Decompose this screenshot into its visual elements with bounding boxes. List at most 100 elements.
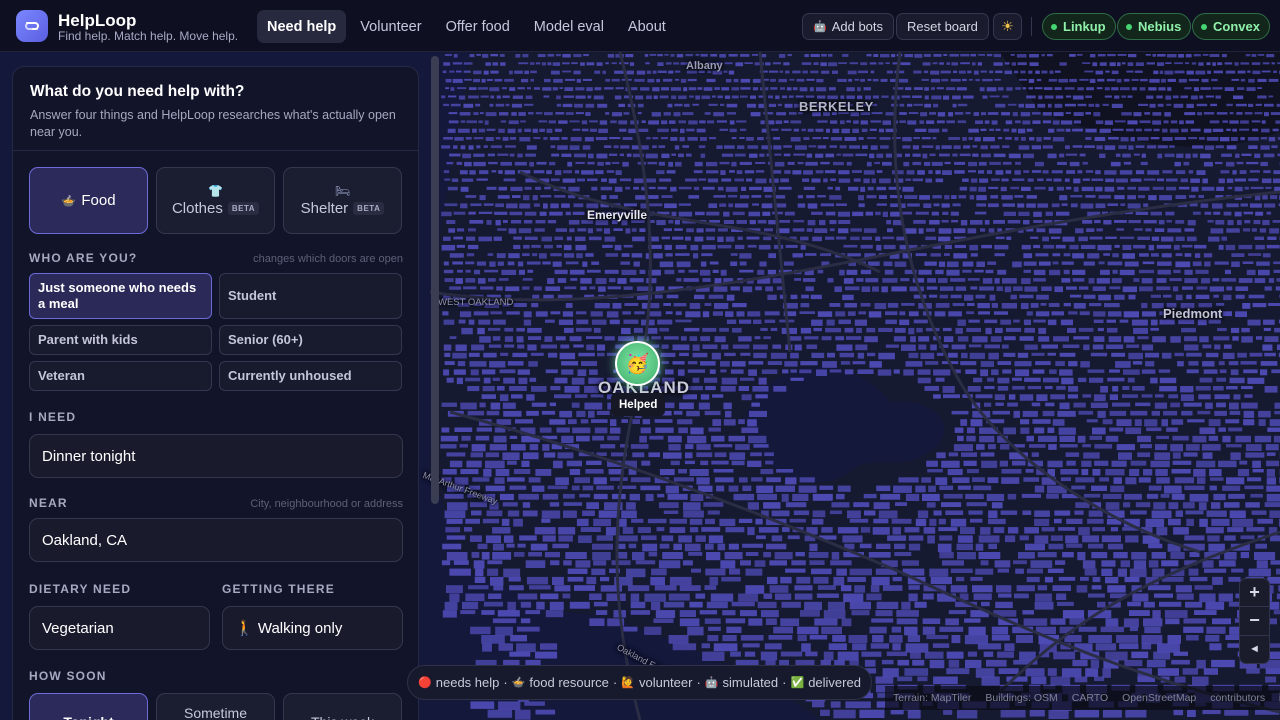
map-label-emeryville: Emeryville [587,208,648,222]
dietary-travel-row: DIETARY NEED Vegetarian GETTING THERE 🚶 … [29,580,403,650]
travel-mode-select[interactable]: 🚶 Walking only [222,606,403,650]
robot-icon: 🤖 [704,677,719,689]
map-label-albany: Albany [686,60,723,72]
sun-icon: ☀ [1001,18,1014,34]
bed-icon: 🛏 [334,184,351,198]
food-bowl-icon: 🍲 [61,193,77,208]
compass-icon[interactable]: ◄ [1240,636,1269,663]
who-option-parent[interactable]: Parent with kids [29,325,212,355]
brand-name: HelpLoop [58,11,137,30]
needs-help-icon: 🔴 [418,677,432,689]
status-linkup-label: Linkup [1063,19,1106,34]
attribution-contributors[interactable]: contributors [1210,692,1265,704]
category-picker: 🍲 Food 👕 Clothes BETA 🛏 Shelter BETA [29,167,403,234]
location-input[interactable]: Oakland, CA [29,518,403,562]
legend-simulated: simulated [722,675,779,690]
who-option-senior[interactable]: Senior (60+) [219,325,402,355]
status-convex-label: Convex [1213,19,1260,34]
category-shelter-button[interactable]: 🛏 Shelter BETA [283,167,402,234]
need-section: I NEED Dinner tonight [29,408,403,478]
reset-board-label: Reset board [907,19,978,34]
status-dot-icon [1051,23,1057,30]
who-option-veteran[interactable]: Veteran [29,361,212,391]
status-dot-icon [1201,23,1207,30]
status-convex[interactable]: Convex [1192,13,1270,40]
reset-board-button[interactable]: Reset board [896,13,989,40]
how-soon-section: HOW SOON Tonight Sometime today This wee… [29,667,403,720]
how-soon-label: HOW SOON [29,669,107,683]
add-bots-label: Add bots [831,19,884,34]
dietary-select[interactable]: Vegetarian [29,606,210,650]
legend-separator: · [782,675,787,690]
main-nav: Need help Volunteer Offer food Model eva… [257,10,676,43]
nav-volunteer[interactable]: Volunteer [350,10,431,43]
who-option-student[interactable]: Student [219,273,402,319]
status-dot-icon [1126,23,1132,30]
panel-form: 🍲 Food 👕 Clothes BETA 🛏 Shelter BETA WHO… [29,167,403,720]
map-label-piedmont: Piedmont [1163,306,1223,321]
near-section: NEAR City, neighbourhood or address Oakl… [29,496,403,562]
header-divider [1031,17,1032,36]
food-resource-icon: 🍲 [511,677,526,689]
legend-separator: · [612,675,618,690]
nav-offer-food[interactable]: Offer food [436,10,520,43]
category-shelter-label: Shelter [300,200,349,217]
robot-icon: 🤖 [813,21,827,33]
attribution-carto[interactable]: CARTO [1072,692,1108,704]
how-soon-options: Tonight Sometime today This week [29,693,403,720]
near-label: NEAR [29,496,68,510]
brand-tagline: Find help. Match help. Move help. [58,29,239,43]
map-legend: 🔴 needs help · 🍲 food resource · 🙋 volun… [407,665,872,700]
attribution-osm[interactable]: OpenStreetMap [1122,692,1196,704]
theme-toggle-button[interactable]: ☀ [993,13,1022,40]
how-soon-today[interactable]: Sometime today [156,693,275,720]
zoom-in-button[interactable]: + [1240,579,1269,608]
panel-subtitle: Answer four things and HelpLoop research… [30,108,396,139]
shirt-icon: 👕 [208,184,223,198]
getting-there-label: GETTING THERE [222,582,335,596]
legend-needs-help: needs help [435,675,500,690]
zoom-out-button[interactable]: − [1240,607,1269,636]
help-request-panel: What do you need help with? Answer four … [12,66,419,720]
status-nebius-label: Nebius [1138,19,1182,34]
logo-icon[interactable] [16,10,48,42]
legend-volunteer: volunteer [638,675,693,690]
dietary-section: DIETARY NEED Vegetarian [29,580,210,650]
attribution-terrain[interactable]: Terrain: MapTiler [893,692,971,704]
who-option-meal[interactable]: Just someone who needs a meal [29,273,212,319]
category-clothes-button[interactable]: 👕 Clothes BETA [156,167,275,234]
panel-scrollbar[interactable] [431,56,439,504]
dietary-label: DIETARY NEED [29,582,132,596]
beta-badge: BETA [227,202,260,215]
how-soon-tonight[interactable]: Tonight [29,693,148,720]
near-hint: City, neighbourhood or address [250,498,403,510]
nav-about[interactable]: About [618,10,676,43]
map-zoom-controls: + − ◄ [1239,578,1270,664]
legend-food-resource: food resource [529,675,609,690]
need-input[interactable]: Dinner tonight [29,434,403,478]
nav-need-help[interactable]: Need help [257,10,347,43]
volunteer-icon: 🙋 [621,677,635,689]
map-attribution: Terrain: MapTiler Buildings: OSM CARTO O… [885,686,1280,710]
panel-header: What do you need help with? Answer four … [13,67,418,151]
travel-section: GETTING THERE 🚶 Walking only [222,580,403,650]
who-options: Just someone who needs a meal Student Pa… [29,273,403,391]
attribution-buildings[interactable]: Buildings: OSM [985,692,1057,704]
map-label-berkeley: BERKELEY [799,99,874,114]
status-linkup[interactable]: Linkup [1042,13,1116,40]
party-icon: 🥳 [625,353,650,375]
need-label: I NEED [29,410,77,424]
category-food-button[interactable]: 🍲 Food [29,167,148,234]
who-section: WHO ARE YOU? changes which doors are ope… [29,251,403,391]
legend-delivered: delivered [808,675,861,690]
who-hint: changes which doors are open [253,253,403,265]
helped-marker-icon[interactable]: 🥳 [615,341,660,386]
nav-model-eval[interactable]: Model eval [524,10,614,43]
beta-badge: BETA [353,202,385,215]
helped-marker-label: Helped [611,393,666,416]
panel-title: What do you need help with? [30,83,245,100]
add-bots-button[interactable]: 🤖 Add bots [802,13,895,40]
how-soon-week[interactable]: This week [283,693,402,720]
status-nebius[interactable]: Nebius [1117,13,1192,40]
who-option-unhoused[interactable]: Currently unhoused [219,361,402,391]
